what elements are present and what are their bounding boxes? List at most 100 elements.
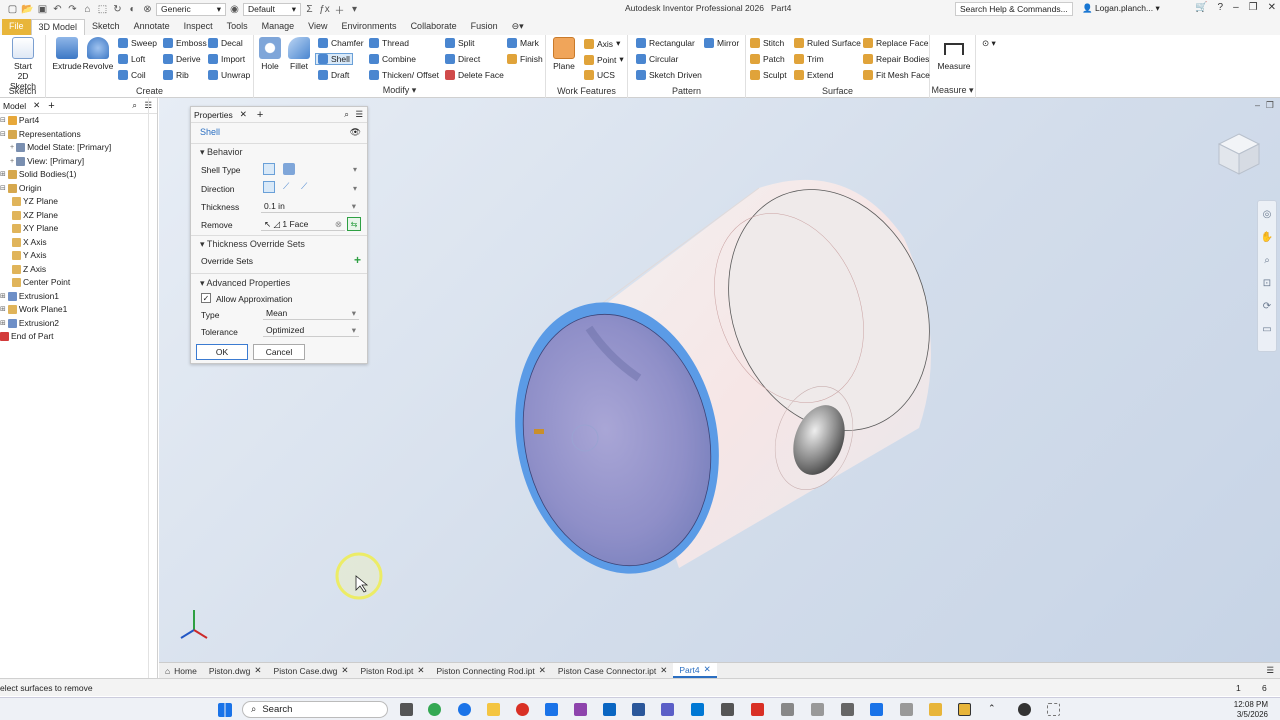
browser-tab-model[interactable]: Model [0,101,29,111]
type-select[interactable]: Mean ▾ [263,307,359,320]
close-icon[interactable]: ✕ [254,665,261,676]
add-tab-icon[interactable]: + [257,109,263,121]
color-icon[interactable]: ◐ [126,3,139,15]
mail-icon[interactable] [545,703,558,716]
trim-button[interactable]: Trim [794,54,824,64]
parameters-icon[interactable]: ƒx [318,3,331,15]
mark-button[interactable]: Mark [507,38,539,48]
tab-3d-model[interactable]: 3D Model [30,19,86,35]
add-tab-icon[interactable]: + [48,100,54,112]
revolve-button[interactable]: Revolve [82,37,114,71]
home-icon[interactable]: ⌂ [81,3,94,15]
app-icon[interactable] [691,703,704,716]
tree-item-y-axis[interactable]: Y Axis [12,250,46,260]
direction-both-icon[interactable]: ⟋ [301,181,307,192]
browser-scrollbar[interactable] [148,98,158,678]
point-button[interactable]: Point ▾ [584,54,624,65]
expand-toggle-icon[interactable]: ⊞ [0,292,6,300]
tree-item-extrusion2[interactable]: ⊞ Extrusion2 [0,318,59,328]
windows-start-icon[interactable] [218,703,232,717]
tab-sketch[interactable]: Sketch [85,19,127,35]
zoom-icon[interactable]: ⌕ [1264,255,1270,266]
expand-toggle-icon[interactable]: + [10,144,14,151]
tree-item-end-of-part[interactable]: End of Part [0,331,54,341]
sum-icon[interactable]: Σ [303,3,316,15]
tree-item-x-axis[interactable]: X Axis [12,237,47,247]
sweep-button[interactable]: Sweep [118,38,157,48]
import-button[interactable]: Import [208,54,245,64]
edge-icon[interactable] [458,703,471,716]
properties-tab[interactable]: Properties [194,110,233,120]
thicken-offset-button[interactable]: Thicken/ Offset [369,70,439,80]
extrude-button[interactable]: Extrude [52,37,82,71]
tree-item-part4[interactable]: ⊟ Part4 [0,115,39,125]
tolerance-select[interactable]: Optimized ▾ [263,324,359,337]
ruled-surface-button[interactable]: Ruled Surface [794,38,861,48]
pan-icon[interactable]: ✋ [1261,232,1273,243]
close-icon[interactable]: ✕ [341,665,348,676]
eye-icon[interactable]: 👁 [350,127,361,138]
chevron-down-icon[interactable]: ▾ [353,184,357,193]
expand-toggle-icon[interactable]: ⊞ [0,305,6,313]
circular-pattern-button[interactable]: Circular [636,54,678,64]
steering-wheel-icon[interactable]: ◎ [1263,209,1272,220]
extend-button[interactable]: Extend [794,70,833,80]
app-icon[interactable] [603,703,616,716]
behavior-section[interactable]: ▾ Behavior [200,147,243,158]
tree-item-work-plane1[interactable]: ⊞ Work Plane1 [0,304,67,314]
taskbar-search[interactable]: ⌕ Search [242,701,388,718]
tab-tools[interactable]: Tools [220,19,255,35]
measure-button[interactable]: Measure [934,37,974,71]
chrome-icon[interactable] [428,703,441,716]
teams-icon[interactable] [661,703,674,716]
modify-panel-title[interactable]: Modify ▾ [254,85,545,96]
select-other-icon[interactable]: ⇆ [347,217,361,231]
viewport-minimize-icon[interactable]: – [1255,100,1260,110]
undo-icon[interactable]: ↶ [51,3,64,15]
user-account[interactable]: 👤 Logan.planch... ▾ [1082,3,1160,14]
menu-icon[interactable]: ☰ [355,109,363,120]
tab-manage[interactable]: Manage [255,19,302,35]
doc-tab-piston-dwg[interactable]: Piston.dwg ✕ [203,665,268,676]
more-icon[interactable]: ▾ [348,3,361,15]
allow-approximation-checkbox[interactable]: ✓ [201,293,211,303]
unwrap-button[interactable]: Unwrap [208,70,250,80]
zoom-window-icon[interactable]: ⊡ [1263,278,1271,289]
repair-bodies-button[interactable]: Repair Bodies [863,54,929,64]
shell-type-outside-icon[interactable] [283,163,295,175]
doc-tab-piston-rod[interactable]: Piston Rod.ipt ✕ [354,665,430,676]
hole-button[interactable]: Hole [258,37,282,71]
expand-toggle-icon[interactable]: ⊞ [0,170,6,178]
expand-toggle-icon[interactable]: + [10,158,14,165]
look-at-icon[interactable]: ▭ [1262,324,1271,335]
task-view-icon[interactable] [400,703,413,716]
new-icon[interactable]: ▢ [6,3,19,15]
expand-toggle-icon[interactable]: ⊟ [0,184,6,192]
close-icon[interactable]: ✕ [539,665,546,676]
sculpt-button[interactable]: Sculpt [750,70,787,80]
doc-tab-piston-case-connector[interactable]: Piston Case Connector.ipt ✕ [552,665,673,676]
remove-faces-selector[interactable]: ↖ ◿ 1 Face ⊗ [261,218,345,231]
chamfer-button[interactable]: Chamfer [318,38,364,48]
app-icon[interactable] [781,703,794,716]
tree-item-yz-plane[interactable]: YZ Plane [12,196,58,206]
doc-tab-part4[interactable]: Part4 ✕ [673,663,717,678]
thickness-input[interactable]: 0.1 in ▾ [261,200,359,213]
combine-button[interactable]: Combine [369,54,416,64]
tree-item-model-state-primary[interactable]: + Model State: [Primary] [10,142,111,152]
shell-button[interactable]: Shell [315,53,353,65]
tree-item-view-primary[interactable]: + View: [Primary] [10,156,84,166]
minimize-icon[interactable]: – [1233,2,1239,13]
delete-face-button[interactable]: Delete Face [445,70,504,80]
close-icon[interactable]: ✕ [33,100,40,111]
close-icon[interactable]: ✕ [704,664,711,675]
tree-item-z-axis[interactable]: Z Axis [12,264,46,274]
draft-button[interactable]: Draft [318,70,349,80]
fillet-button[interactable]: Fillet [286,37,312,71]
appearance-dropdown[interactable]: Generic ▾ [156,2,226,16]
ribbon-options-icon[interactable]: ⊖▾ [505,19,531,35]
close-icon[interactable]: ✕ [1268,2,1276,13]
word-icon[interactable] [632,703,645,716]
tab-environments[interactable]: Environments [335,19,404,35]
clear-override-icon[interactable]: ⊗ [141,3,154,15]
